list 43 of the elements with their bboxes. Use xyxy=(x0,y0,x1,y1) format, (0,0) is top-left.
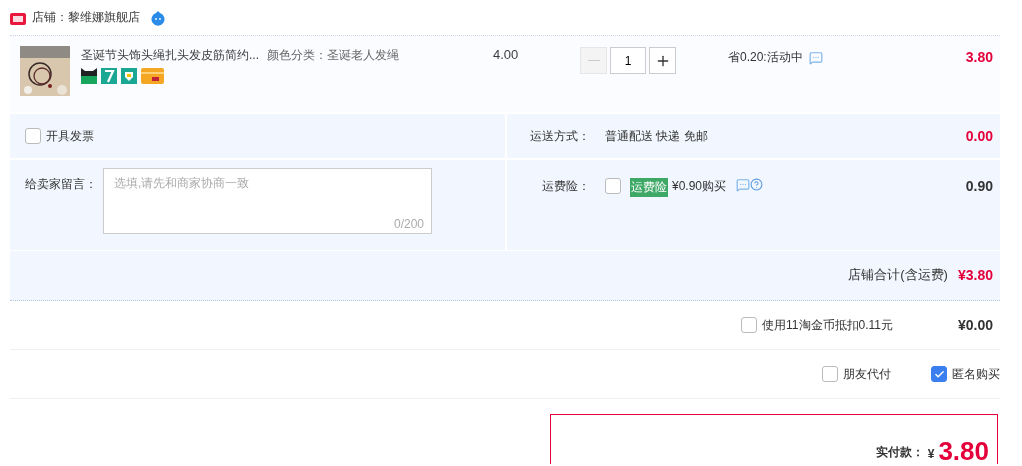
sku-text: 颜色分类：圣诞老人发绳 xyxy=(267,47,399,64)
cat-icon xyxy=(81,68,97,84)
option-label[interactable]: 朋友代付 xyxy=(843,365,891,383)
message-label: 给卖家留言： xyxy=(25,176,97,193)
shop-total-amount: ¥3.80 xyxy=(957,267,993,283)
checkbox[interactable] xyxy=(741,317,758,333)
payment-label: 实付款： xyxy=(875,444,924,461)
shipping-label: 运送方式： xyxy=(529,127,590,145)
shop-name[interactable]: 店铺：黎维娜旗舰店 xyxy=(32,9,140,26)
checkbox[interactable] xyxy=(822,366,838,382)
checkbox[interactable] xyxy=(931,366,947,382)
checkbox[interactable] xyxy=(605,178,621,194)
insurance-tag: 运费险 xyxy=(630,178,668,197)
help-icon[interactable] xyxy=(750,178,764,191)
invoice-label[interactable]: 开具发票 xyxy=(46,127,94,145)
promo-text: 省0.20:活动中 xyxy=(728,49,803,66)
shield-icon xyxy=(121,68,137,84)
card-icon xyxy=(141,68,164,84)
quantity-field[interactable]: 1 xyxy=(610,47,646,74)
product-title[interactable]: 圣诞节头饰头绳扎头发皮筋简约... xyxy=(81,47,259,64)
character-counter: 0/200 xyxy=(393,217,424,231)
shipping-fee: 0.00 xyxy=(965,128,993,144)
item-total: 3.80 xyxy=(965,48,993,65)
minus-icon xyxy=(587,60,600,61)
insurance-offer: ¥0.90购买 xyxy=(672,178,727,195)
coins-amount: ¥0.00 xyxy=(956,317,993,333)
store-logo-icon xyxy=(10,10,26,25)
checkbox[interactable] xyxy=(25,128,41,144)
unit-price: 4.00 xyxy=(493,46,520,62)
currency-sign: ¥ xyxy=(927,447,935,463)
option-label[interactable]: 匿名购买 xyxy=(952,365,1000,383)
insurance-fee: 0.90 xyxy=(965,178,993,194)
coins-label[interactable]: 使用11淘金币抵扣0.11元 xyxy=(762,316,893,334)
increase-button[interactable] xyxy=(649,47,676,74)
shop-total-label: 店铺合计(含运费) xyxy=(848,266,948,284)
seven-day-icon xyxy=(101,68,117,84)
speech-bubble-icon[interactable] xyxy=(736,178,751,192)
payment-amount: 3.80 xyxy=(938,438,989,464)
check-icon xyxy=(933,368,945,380)
shipping-method: 普通配送 快递 免邮 xyxy=(605,127,708,145)
speech-bubble-icon[interactable] xyxy=(808,50,823,65)
chat-icon[interactable] xyxy=(150,9,166,26)
insurance-label: 运费险： xyxy=(541,178,590,195)
